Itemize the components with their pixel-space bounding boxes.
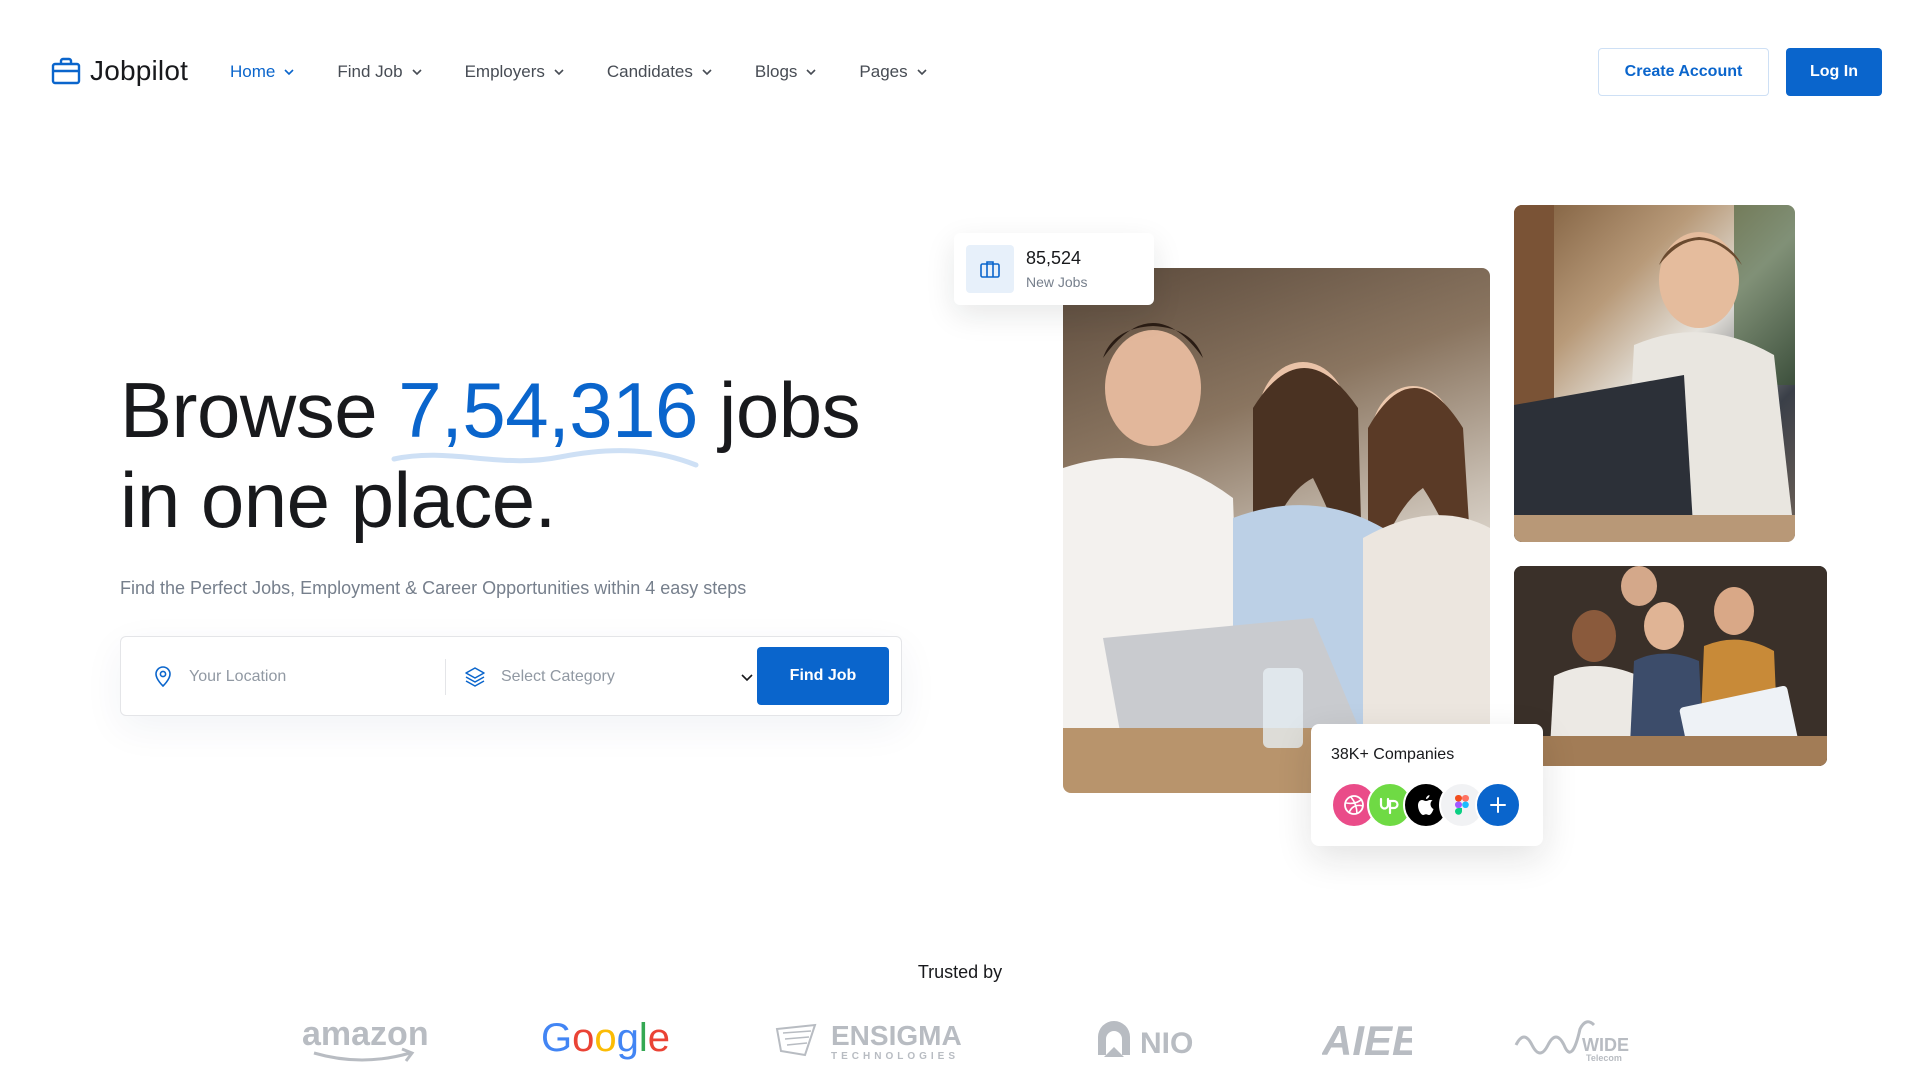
wide-telecom-logo: WIDE Telecom — [1514, 1010, 1634, 1070]
chevron-down-icon — [554, 69, 564, 76]
highlight-underline — [391, 448, 699, 468]
nav-item-blogs[interactable]: Blogs — [755, 62, 818, 82]
google-logo: Google — [541, 1010, 671, 1070]
nav-item-find-job[interactable]: Find Job — [337, 62, 422, 82]
chevron-down-icon — [702, 69, 712, 76]
nio-logo: NIO — [1094, 1010, 1204, 1070]
create-account-button[interactable]: Create Account — [1598, 48, 1769, 96]
map-pin-icon — [155, 666, 171, 688]
amazon-logo: amazon — [302, 1010, 432, 1070]
site-header: Jobpilot Home Find Job Employers Candida… — [0, 0, 1920, 145]
find-job-button[interactable]: Find Job — [757, 647, 889, 705]
photo-illustration — [1063, 323, 1490, 793]
category-select[interactable]: Select Category — [463, 665, 755, 689]
brand-name: Jobpilot — [90, 55, 189, 86]
trusted-logos: amazon Google ENSIGMA TECHNOLOGIES NIO A… — [0, 1010, 1920, 1070]
hero-photo-team — [1063, 268, 1490, 793]
wide-logo-text: WIDE — [1582, 1035, 1629, 1055]
amazon-logo-text: amazon — [302, 1015, 429, 1053]
briefcase-icon — [51, 57, 81, 85]
nav-label: Blogs — [754, 62, 798, 81]
main-nav: Home Find Job Employers Candidates Blogs… — [230, 62, 970, 82]
location-placeholder: Your Location — [189, 668, 287, 685]
chevron-down-icon — [411, 69, 422, 76]
hero-title-post: jobs — [697, 366, 861, 454]
hero-title-line2: in one place. — [120, 456, 556, 544]
location-input[interactable]: Your Location — [151, 665, 286, 689]
photo-man-laptop — [1514, 205, 1795, 542]
plus-icon[interactable] — [1475, 782, 1521, 828]
nav-item-home[interactable]: Home — [230, 62, 295, 82]
svg-text:Telecom: Telecom — [1586, 1053, 1622, 1063]
chevron-down-icon — [806, 69, 816, 76]
nav-label: Pages — [859, 62, 908, 81]
photo-illustration — [1514, 205, 1795, 542]
category-placeholder: Select Category — [501, 668, 615, 685]
aiee-logo-text: AIEE — [1322, 1017, 1412, 1064]
hero-subtitle: Find the Perfect Jobs, Employment & Care… — [120, 578, 747, 598]
nav-item-candidates[interactable]: Candidates — [607, 62, 713, 82]
login-button[interactable]: Log In — [1786, 48, 1882, 96]
photo-illustration — [1514, 566, 1827, 766]
nav-label: Home — [230, 62, 276, 81]
briefcase-icon — [980, 261, 1000, 278]
layers-icon — [465, 667, 485, 687]
nav-label: Employers — [464, 62, 545, 81]
ensigma-logo: ENSIGMA TECHNOLOGIES — [775, 1010, 975, 1070]
hero-job-count: 7,54,316 — [391, 365, 699, 468]
job-search-bar: Your Location Select Category Find Job — [120, 636, 902, 716]
chevron-down-icon — [917, 69, 927, 76]
nav-label: Find Job — [337, 62, 403, 81]
photo-group-meeting — [1514, 566, 1827, 766]
nio-logo-text: NIO — [1140, 1027, 1193, 1060]
hero-title-pre: Browse — [120, 366, 399, 454]
svg-text:Google: Google — [541, 1016, 670, 1060]
search-divider — [445, 659, 446, 695]
trusted-by-label: Trusted by — [917, 962, 1003, 982]
ensigma-logo-text: ENSIGMA — [831, 1020, 962, 1051]
chevron-down-icon — [284, 69, 294, 76]
company-avatars — [1331, 782, 1521, 828]
chevron-down-icon — [741, 674, 753, 682]
new-jobs-count: 85,524 — [1026, 248, 1082, 268]
brand-logo[interactable]: Jobpilot — [50, 55, 188, 87]
hero-job-count-text: 7,54,316 — [398, 366, 698, 454]
svg-text:TECHNOLOGIES: TECHNOLOGIES — [831, 1051, 959, 1062]
companies-card: 38K+ Companies — [1311, 724, 1543, 846]
nav-item-employers[interactable]: Employers — [465, 62, 565, 82]
new-jobs-label: New Jobs — [1026, 274, 1088, 290]
new-jobs-card: 85,524 New Jobs — [954, 233, 1154, 305]
aiee-logo: AIEE — [1322, 1010, 1412, 1070]
jobs-icon-box — [966, 245, 1014, 293]
nav-label: Candidates — [606, 62, 693, 81]
companies-count: 38K+ Companies — [1331, 746, 1455, 763]
nav-item-pages[interactable]: Pages — [859, 62, 927, 82]
hero-title: Browse 7,54,316 jobs in one place. — [120, 365, 861, 545]
